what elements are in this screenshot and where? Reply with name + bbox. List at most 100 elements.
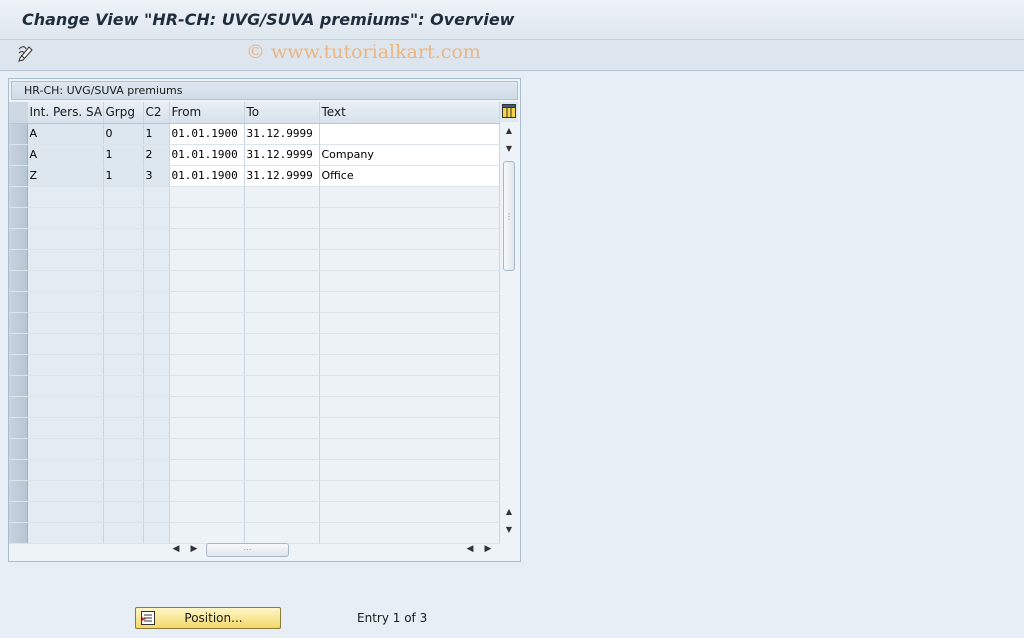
cell-to[interactable] — [244, 396, 320, 418]
cell-text[interactable] — [319, 375, 500, 397]
cell-int-pers-sa[interactable]: A — [27, 144, 104, 166]
cell-grpg[interactable]: 1 — [103, 144, 144, 166]
page-left-icon[interactable]: ◀ — [464, 542, 476, 556]
select-all-cell[interactable] — [9, 102, 28, 124]
cell-c2[interactable] — [143, 333, 170, 355]
cell-int-pers-sa[interactable] — [27, 207, 104, 229]
cell-grpg[interactable] — [103, 417, 144, 439]
cell-grpg[interactable] — [103, 207, 144, 229]
cell-c2[interactable] — [143, 186, 170, 208]
cell-to[interactable] — [244, 459, 320, 481]
cell-int-pers-sa[interactable] — [27, 480, 104, 502]
cell-grpg[interactable]: 0 — [103, 123, 144, 145]
scroll-up-icon[interactable]: ▲ — [502, 123, 516, 137]
row-selector[interactable] — [9, 186, 28, 208]
row-selector[interactable] — [9, 354, 28, 376]
cell-text[interactable] — [319, 438, 500, 460]
cell-int-pers-sa[interactable] — [27, 459, 104, 481]
cell-text[interactable] — [319, 207, 500, 229]
cell-from[interactable] — [169, 417, 245, 439]
cell-from[interactable] — [169, 438, 245, 460]
cell-from[interactable] — [169, 228, 245, 250]
cell-c2[interactable] — [143, 354, 170, 376]
cell-grpg[interactable] — [103, 312, 144, 334]
cell-from[interactable]: 01.01.1900 — [169, 165, 245, 187]
cell-to[interactable] — [244, 522, 320, 544]
cell-c2[interactable] — [143, 459, 170, 481]
cell-c2[interactable] — [143, 417, 170, 439]
cell-int-pers-sa[interactable]: Z — [27, 165, 104, 187]
table-settings-button[interactable] — [500, 102, 518, 122]
cell-int-pers-sa[interactable] — [27, 375, 104, 397]
cell-from[interactable] — [169, 522, 245, 544]
cell-c2[interactable] — [143, 207, 170, 229]
row-selector[interactable] — [9, 207, 28, 229]
cell-to[interactable] — [244, 228, 320, 250]
cell-int-pers-sa[interactable] — [27, 522, 104, 544]
cell-grpg[interactable] — [103, 522, 144, 544]
cell-from[interactable] — [169, 207, 245, 229]
cell-int-pers-sa[interactable] — [27, 291, 104, 313]
cell-from[interactable]: 01.01.1900 — [169, 123, 245, 145]
cell-grpg[interactable] — [103, 480, 144, 502]
cell-c2[interactable] — [143, 396, 170, 418]
cell-int-pers-sa[interactable] — [27, 396, 104, 418]
column-header-to[interactable]: To — [244, 102, 320, 124]
cell-text[interactable] — [319, 501, 500, 523]
cell-to[interactable] — [244, 501, 320, 523]
cell-text[interactable] — [319, 480, 500, 502]
cell-grpg[interactable] — [103, 291, 144, 313]
row-selector[interactable] — [9, 228, 28, 250]
display-change-button[interactable] — [14, 44, 38, 66]
row-selector[interactable] — [9, 459, 28, 481]
cell-grpg[interactable] — [103, 501, 144, 523]
column-header-int-pers-sa[interactable]: Int. Pers. SA — [27, 102, 104, 124]
row-selector[interactable] — [9, 375, 28, 397]
page-down-icon[interactable]: ▼ — [502, 141, 516, 155]
cell-int-pers-sa[interactable] — [27, 333, 104, 355]
cell-c2[interactable] — [143, 375, 170, 397]
scroll-right-icon[interactable]: ▶ — [188, 542, 200, 556]
cell-text[interactable] — [319, 291, 500, 313]
cell-to[interactable]: 31.12.9999 — [244, 123, 320, 145]
cell-to[interactable] — [244, 207, 320, 229]
cell-c2[interactable] — [143, 228, 170, 250]
cell-from[interactable] — [169, 249, 245, 271]
cell-from[interactable] — [169, 396, 245, 418]
vertical-scroll-thumb[interactable]: ⋮ — [503, 161, 515, 271]
cell-grpg[interactable] — [103, 396, 144, 418]
row-selector[interactable] — [9, 522, 28, 544]
cell-from[interactable] — [169, 186, 245, 208]
row-selector[interactable] — [9, 333, 28, 355]
cell-to[interactable]: 31.12.9999 — [244, 165, 320, 187]
scroll-down-icon[interactable]: ▼ — [502, 522, 516, 536]
scroll-left-icon[interactable]: ◀ — [170, 542, 182, 556]
column-header-from[interactable]: From — [169, 102, 245, 124]
cell-int-pers-sa[interactable] — [27, 501, 104, 523]
cell-text[interactable] — [319, 354, 500, 376]
cell-from[interactable] — [169, 333, 245, 355]
cell-int-pers-sa[interactable] — [27, 270, 104, 292]
cell-c2[interactable]: 2 — [143, 144, 170, 166]
row-selector[interactable] — [9, 165, 28, 187]
cell-to[interactable] — [244, 312, 320, 334]
cell-text[interactable] — [319, 249, 500, 271]
cell-text[interactable] — [319, 417, 500, 439]
cell-c2[interactable] — [143, 522, 170, 544]
cell-from[interactable] — [169, 375, 245, 397]
cell-c2[interactable] — [143, 438, 170, 460]
cell-to[interactable] — [244, 186, 320, 208]
vertical-scrollbar[interactable]: ▲ ▼ ⋮ ▲ ▼ — [500, 123, 518, 540]
cell-to[interactable] — [244, 417, 320, 439]
cell-int-pers-sa[interactable]: A — [27, 123, 104, 145]
cell-text[interactable] — [319, 396, 500, 418]
cell-to[interactable] — [244, 438, 320, 460]
cell-int-pers-sa[interactable] — [27, 228, 104, 250]
row-selector[interactable] — [9, 438, 28, 460]
cell-grpg[interactable] — [103, 228, 144, 250]
cell-grpg[interactable] — [103, 375, 144, 397]
cell-to[interactable] — [244, 333, 320, 355]
cell-c2[interactable]: 1 — [143, 123, 170, 145]
cell-grpg[interactable] — [103, 333, 144, 355]
cell-text[interactable] — [319, 333, 500, 355]
